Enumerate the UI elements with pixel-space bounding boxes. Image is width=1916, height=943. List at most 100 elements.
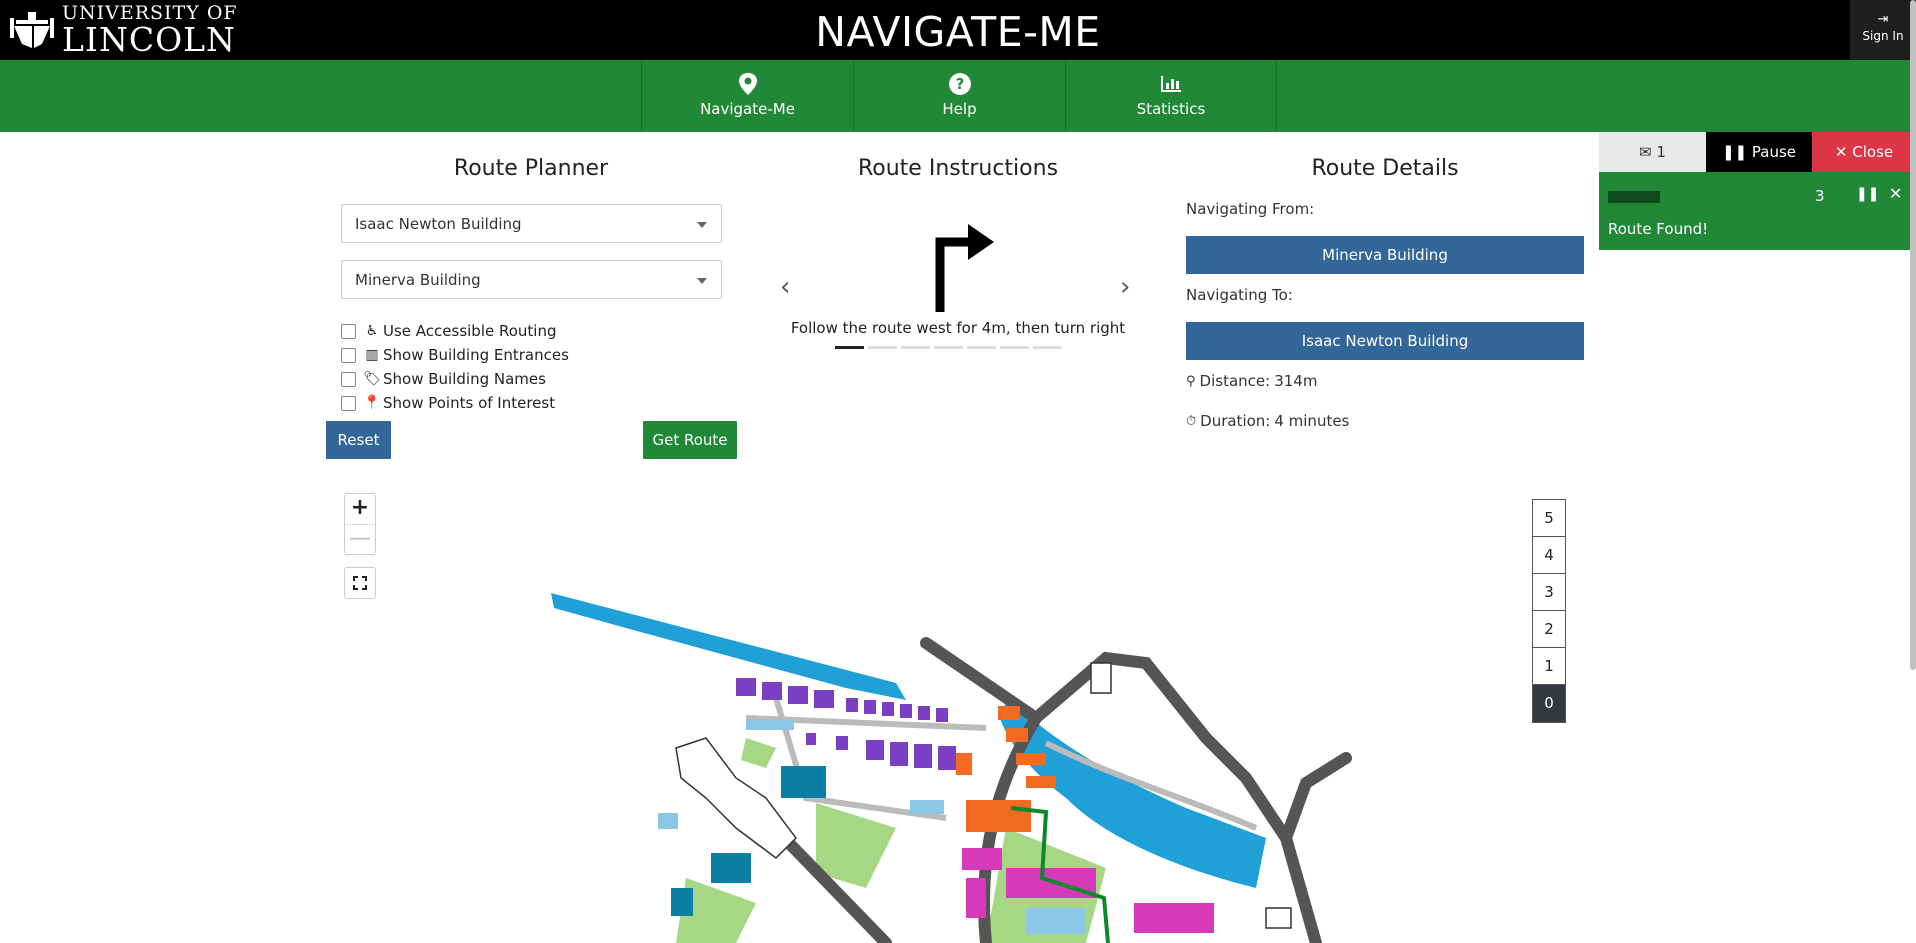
pause-button[interactable]: ❚❚ Pause [1706, 132, 1812, 172]
option-building-entrances[interactable]: ▥ Show Building Entrances [341, 343, 569, 367]
floor-selector: 5 4 3 2 1 0 [1532, 499, 1566, 723]
pause-icon: ❚❚ [1721, 143, 1748, 161]
notification-card: 3 ❚❚ ✕ Route Found! [1599, 172, 1916, 250]
nav-item-navigate-me[interactable]: Navigate-Me [641, 60, 853, 132]
floor-1-button[interactable]: 1 [1533, 648, 1565, 685]
previous-step-button[interactable]: ‹ [780, 272, 790, 302]
nav-label: Statistics [1136, 100, 1206, 118]
from-select[interactable]: Isaac Newton Building [341, 204, 722, 243]
step-indicator[interactable] [1033, 346, 1062, 349]
reset-button[interactable]: Reset [326, 421, 391, 459]
building-icon: ▥ [365, 347, 379, 363]
stopwatch-icon: ⏱ [1186, 413, 1197, 429]
bar-chart-icon [1161, 76, 1181, 92]
option-accessible-routing[interactable]: ♿ Use Accessible Routing [341, 319, 569, 343]
notification-progress-bar [1608, 191, 1660, 203]
expand-icon [353, 576, 367, 590]
step-indicator[interactable] [934, 346, 963, 349]
nav-item-statistics[interactable]: Statistics [1065, 60, 1277, 132]
option-label: Show Building Entrances [383, 346, 569, 364]
svg-text:?: ? [955, 75, 964, 93]
option-points-of-interest[interactable]: 📍 Show Points of Interest [341, 391, 569, 415]
sign-in-icon: ⇥ [1877, 12, 1889, 27]
building-names-checkbox[interactable] [341, 371, 356, 387]
points-of-interest-checkbox[interactable] [341, 395, 356, 411]
step-indicator[interactable] [835, 346, 864, 349]
route-details-title: Route Details [1311, 156, 1459, 181]
floor-3-button[interactable]: 3 [1533, 574, 1565, 611]
step-indicator[interactable] [1000, 346, 1029, 349]
route-instructions: Route Instructions ‹ › Follow the route … [770, 156, 1146, 349]
sign-in-button[interactable]: ⇥ Sign In [1850, 0, 1916, 60]
close-label: Close [1852, 143, 1894, 161]
pause-label: Pause [1751, 143, 1797, 161]
grass-patch [741, 738, 776, 768]
top-header: UNIVERSITY OF LINCOLN NAVIGATE-ME ⇥ Sign… [0, 0, 1916, 60]
distance-info: ⚲ Distance: 314m [1186, 372, 1317, 390]
step-indicator[interactable] [901, 346, 930, 349]
navigating-to-button[interactable]: Isaac Newton Building [1186, 322, 1584, 360]
step-indicator[interactable] [868, 346, 897, 349]
page-scrollbar[interactable] [1910, 0, 1916, 670]
notification-message: Route Found! [1608, 220, 1709, 238]
duration-value: 4 minutes [1274, 412, 1350, 430]
step-indicator[interactable] [967, 346, 996, 349]
nav-item-help[interactable]: ? Help [853, 60, 1065, 132]
close-button[interactable]: ✕ Close [1812, 132, 1916, 172]
tags-icon: 🏷 [363, 371, 381, 387]
zoom-in-button[interactable]: + [345, 494, 375, 524]
accessible-routing-checkbox[interactable] [341, 323, 356, 339]
main-nav: Navigate-Me ? Help Statistics [0, 60, 1916, 132]
chevron-down-icon [697, 222, 707, 228]
get-route-button[interactable]: Get Route [643, 421, 737, 459]
route-details: Route Details Navigating From: Minerva B… [1186, 156, 1584, 430]
navigating-to-label: Navigating To: [1186, 286, 1293, 304]
instruction-text: Follow the route west for 4m, then turn … [790, 319, 1126, 337]
floor-0-button[interactable]: 0 [1533, 685, 1565, 722]
notification-pause-icon[interactable]: ❚❚ [1856, 186, 1879, 202]
map-marker-icon [738, 73, 757, 95]
turn-right-arrow-icon [935, 224, 994, 312]
river [551, 593, 906, 700]
question-circle-icon: ? [948, 73, 971, 95]
notification-count: 1 [1656, 143, 1666, 161]
map-pin-icon: 📍 [363, 395, 381, 411]
to-select[interactable]: Minerva Building [341, 260, 722, 299]
distance-value: 314m [1274, 372, 1318, 390]
zoom-out-button[interactable]: — [345, 524, 375, 554]
notification-number: 3 [1815, 187, 1825, 205]
notification-close-icon[interactable]: ✕ [1889, 184, 1902, 203]
route-options: ♿ Use Accessible Routing ▥ Show Building… [341, 319, 569, 415]
building-entrances-checkbox[interactable] [341, 347, 356, 363]
step-indicators [835, 346, 1062, 349]
distance-label: Distance: [1199, 372, 1271, 390]
envelope-icon: ✉ [1639, 143, 1652, 161]
option-label: Show Points of Interest [383, 394, 556, 412]
route-planner-title: Route Planner [453, 156, 609, 181]
floor-5-button[interactable]: 5 [1533, 500, 1565, 537]
route-icon: ⚲ [1186, 373, 1196, 389]
campus-map[interactable] [326, 478, 1590, 943]
nav-label: Help [942, 100, 977, 118]
notification-toolbar: ✉ 1 ❚❚ Pause ✕ Close [1599, 132, 1916, 172]
navigating-from-label: Navigating From: [1186, 200, 1315, 218]
notification-count-button[interactable]: ✉ 1 [1599, 132, 1706, 172]
nav-label: Navigate-Me [700, 100, 795, 118]
duration-info: ⏱ Duration: 4 minutes [1186, 412, 1349, 430]
chevron-down-icon [697, 278, 707, 284]
option-building-names[interactable]: 🏷 Show Building Names [341, 367, 569, 391]
floor-4-button[interactable]: 4 [1533, 537, 1565, 574]
close-icon: ✕ [1834, 143, 1848, 161]
campus-map-canvas[interactable] [326, 478, 1590, 943]
option-label: Use Accessible Routing [383, 322, 557, 340]
floor-2-button[interactable]: 2 [1533, 611, 1565, 648]
sign-in-label: Sign In [1862, 29, 1904, 43]
next-step-button[interactable]: › [1120, 272, 1130, 302]
duration-label: Duration: [1200, 412, 1271, 430]
route-instructions-title: Route Instructions [857, 156, 1059, 181]
navigating-from-button[interactable]: Minerva Building [1186, 236, 1584, 274]
app-title: NAVIGATE-ME [815, 8, 1101, 56]
wheelchair-icon: ♿ [365, 323, 379, 339]
fullscreen-button[interactable] [344, 567, 376, 599]
to-select-value: Minerva Building [355, 271, 481, 289]
